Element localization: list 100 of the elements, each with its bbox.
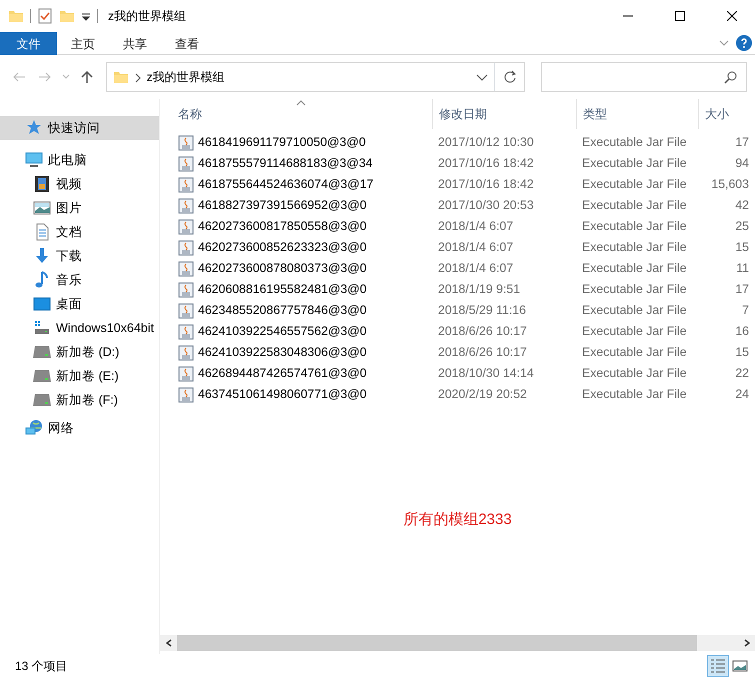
- computer-icon: [25, 151, 43, 169]
- jar-file-icon: [178, 302, 194, 318]
- table-cell-text: 2017/10/16 18:42: [437, 176, 535, 194]
- table-cell-text: Executable Jar File: [581, 365, 688, 382]
- jar-file-icon: [178, 156, 194, 172]
- sidebar-item[interactable]: 网络: [0, 416, 159, 440]
- sidebar-item[interactable]: 桌面: [0, 292, 159, 316]
- column-header[interactable]: 修改日期: [432, 99, 576, 129]
- file-name[interactable]: 4620273600817850558@3@0: [160, 217, 432, 236]
- file-name[interactable]: 4626894487426574761@3@0: [160, 364, 432, 383]
- table-cell-text: 22: [734, 365, 750, 382]
- table-cell-text: 2017/10/16 18:42: [437, 155, 535, 172]
- ribbon-tab[interactable]: 查看: [161, 32, 213, 55]
- sidebar-item[interactable]: 文档: [0, 220, 159, 244]
- chevron-down-icon[interactable]: [476, 74, 488, 82]
- file-name[interactable]: 4620608816195582481@3@0: [160, 280, 432, 299]
- jar-file-icon: [178, 282, 194, 298]
- scrollbar-thumb[interactable]: [177, 635, 697, 651]
- checklist-icon[interactable]: [37, 8, 53, 24]
- column-header[interactable]: 大小: [698, 99, 755, 129]
- jar-file-icon: [178, 240, 194, 256]
- table-cell-text: Executable Jar File: [581, 197, 688, 214]
- address-bar[interactable]: z我的世界模组: [106, 62, 526, 92]
- search-icon: [724, 70, 738, 84]
- drive-icon: [33, 367, 51, 385]
- table-cell-text: 15,603: [710, 176, 750, 194]
- ribbon-tab[interactable]: 主页: [57, 32, 109, 55]
- table-cell-text: 2018/6/26 10:17: [437, 344, 528, 362]
- table-cell-text: Executable Jar File: [581, 239, 688, 256]
- table-cell-text: Executable Jar File: [581, 155, 688, 172]
- table-cell-text: Executable Jar File: [581, 134, 688, 152]
- close-icon: [727, 11, 737, 21]
- sidebar-item[interactable]: 此电脑: [0, 148, 159, 172]
- file-name[interactable]: 4624103922583048306@3@0: [160, 343, 432, 362]
- refresh-icon: [502, 70, 517, 84]
- table-cell-text: Executable Jar File: [581, 176, 688, 194]
- jar-file-icon: [178, 260, 194, 276]
- file-name[interactable]: 4620273600878080373@3@0: [160, 259, 432, 278]
- table-cell-text: Executable Jar File: [581, 218, 688, 236]
- file-name[interactable]: 4637451061498060771@3@0: [160, 385, 432, 404]
- table-cell-text: 11: [735, 260, 750, 278]
- jar-file-icon: [178, 198, 194, 214]
- download-icon: [33, 247, 51, 265]
- file-name[interactable]: 4618827397391566952@3@0: [160, 196, 432, 215]
- arrow-right-icon: [38, 71, 52, 83]
- sidebar-item[interactable]: 图片: [0, 196, 159, 220]
- chevron-left-icon: [166, 639, 172, 647]
- help-icon[interactable]: [736, 35, 752, 51]
- table-cell-text: 94: [734, 155, 750, 172]
- table-cell-text: Executable Jar File: [581, 281, 688, 298]
- folder-icon: [112, 69, 129, 85]
- table-cell-text: 17: [734, 134, 750, 152]
- music-note-icon: [33, 271, 51, 289]
- list-icon: [709, 657, 727, 675]
- folder-icon: [8, 8, 24, 24]
- table-cell-text: 2018/1/4 6:07: [437, 218, 514, 236]
- table-cell-text: 25: [734, 218, 750, 236]
- jar-file-icon: [178, 386, 194, 402]
- table-cell-text: 2018/1/19 9:51: [437, 281, 522, 298]
- sidebar-item[interactable]: 新加卷 (D:): [0, 340, 159, 364]
- file-name[interactable]: 4620273600852623323@3@0: [160, 238, 432, 257]
- file-name[interactable]: 4623485520867757846@3@0: [160, 301, 432, 320]
- network-icon: [25, 419, 43, 437]
- ribbon-tab[interactable]: 文件: [0, 32, 57, 55]
- table-cell-text: 15: [734, 239, 750, 256]
- file-name[interactable]: 4624103922546557562@3@0: [160, 322, 432, 341]
- maximize-icon: [675, 11, 685, 21]
- file-name[interactable]: 4618755644524636074@3@17: [160, 175, 432, 194]
- table-cell-text: Executable Jar File: [581, 260, 688, 278]
- ribbon-tab[interactable]: 共享: [109, 32, 161, 55]
- jar-file-icon: [178, 366, 194, 382]
- table-cell-text: 16: [734, 323, 750, 340]
- window-title: z我的世界模组: [108, 8, 186, 25]
- search-field[interactable]: [541, 62, 747, 92]
- sidebar-item[interactable]: 下载: [0, 244, 159, 268]
- sidebar-item[interactable]: 快速访问: [0, 116, 159, 140]
- table-cell-text: 15: [734, 344, 750, 362]
- sidebar-item[interactable]: Windows10x64bit: [0, 316, 159, 340]
- table-cell-text: 2017/10/30 20:53: [437, 197, 535, 214]
- sidebar-item[interactable]: 视频: [0, 172, 159, 196]
- table-cell-text: 2018/1/4 6:07: [437, 260, 514, 278]
- sidebar-item[interactable]: 新加卷 (E:): [0, 364, 159, 388]
- file-name[interactable]: 4618419691179710050@3@0: [160, 133, 432, 152]
- table-cell-text: 2020/2/19 20:52: [437, 386, 528, 404]
- chevron-right-icon: [134, 72, 141, 83]
- drive-icon: [33, 391, 51, 409]
- file-name[interactable]: 4618755579114688183@3@34: [160, 154, 432, 173]
- details-view-button[interactable]: [707, 655, 729, 677]
- column-header[interactable]: 名称: [160, 99, 432, 129]
- column-header[interactable]: 类型: [576, 99, 698, 129]
- film-icon: [33, 175, 51, 193]
- drive-icon: [33, 319, 51, 337]
- item-count: 13 个项目: [15, 658, 68, 675]
- sidebar-item[interactable]: 新加卷 (F:): [0, 388, 159, 412]
- arrow-up-icon: [80, 70, 93, 84]
- sidebar-item[interactable]: 音乐: [0, 268, 159, 292]
- jar-file-icon: [178, 134, 194, 150]
- arrow-left-icon: [12, 71, 26, 83]
- screen-icon: [33, 295, 51, 313]
- annotation-text: 所有的模组2333: [403, 510, 512, 530]
